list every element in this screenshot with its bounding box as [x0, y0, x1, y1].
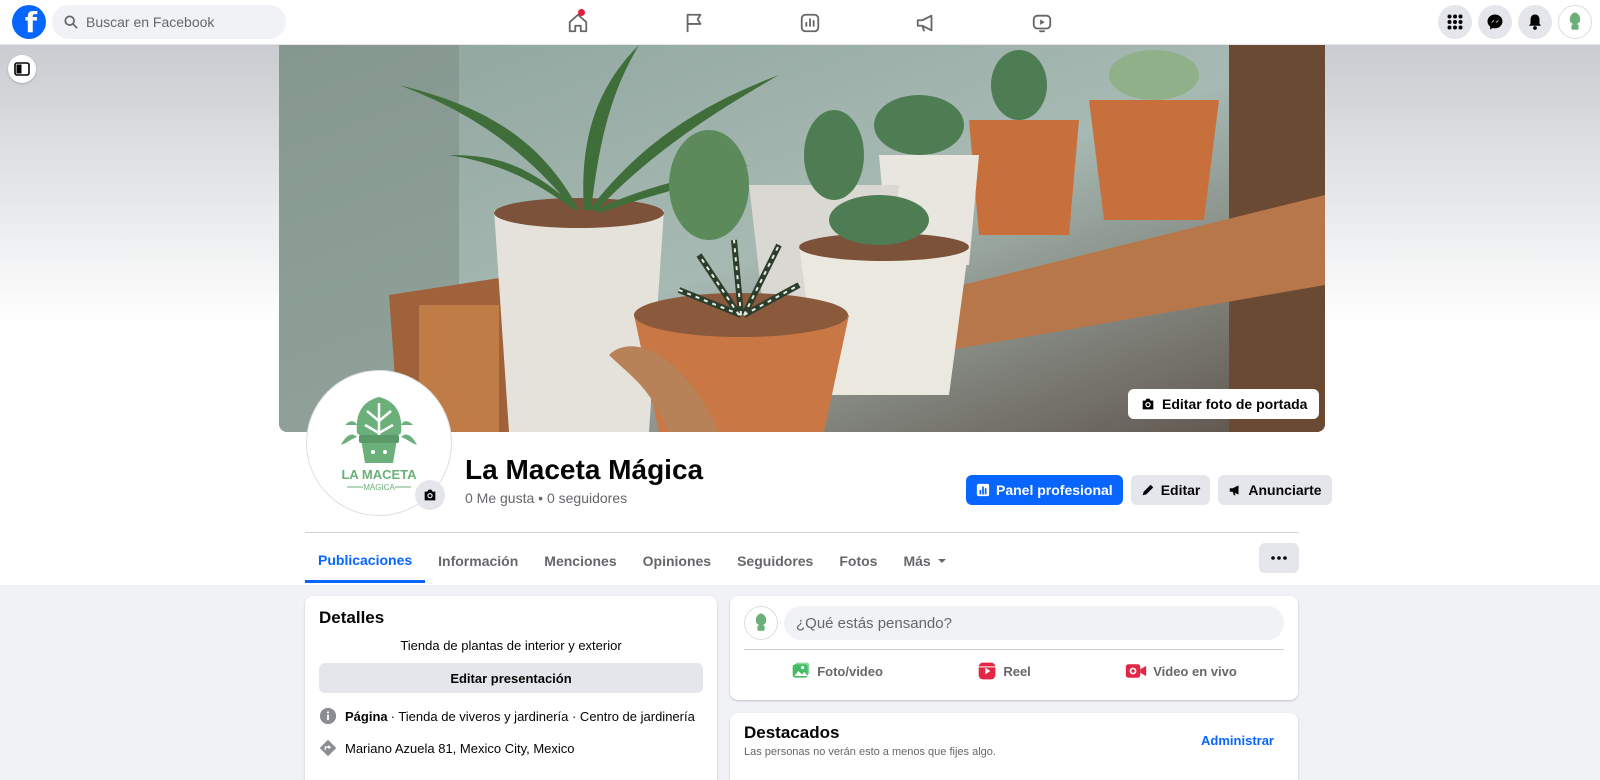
tab-label: Información — [438, 553, 519, 569]
notification-dot — [578, 9, 585, 16]
search-input[interactable]: Buscar en Facebook — [52, 5, 286, 39]
top-navigation-bar: f Buscar en Facebook — [0, 0, 1600, 45]
insights-icon — [800, 13, 820, 32]
caret-down-icon — [937, 559, 946, 563]
menu-button[interactable] — [1438, 5, 1472, 39]
tab-label: Más — [903, 553, 931, 569]
update-profile-picture-button[interactable] — [415, 480, 445, 510]
whats-on-your-mind-input[interactable]: ¿Qué estás pensando? — [784, 606, 1284, 640]
featured-card: Destacados Las personas no verán esto a … — [730, 713, 1298, 780]
page-bio: Tienda de plantas de interior y exterior — [400, 638, 622, 653]
address-text: Mariano Azuela 81, Mexico City, Mexico — [345, 740, 575, 756]
page-label: Página — [345, 708, 388, 724]
sidebar-toggle-button[interactable] — [8, 55, 36, 83]
page-category-row: Página · Tienda de viveros y jardinería … — [319, 707, 703, 725]
grid-menu-icon — [1447, 14, 1463, 30]
panel-toggle-icon — [14, 62, 30, 76]
page-actions: Panel profesional Editar Anunciarte — [966, 475, 1332, 505]
tab-label: Fotos — [839, 553, 878, 569]
header-divider — [305, 532, 1299, 533]
page-categories: · Tienda de viveros y jardinería · Centr… — [390, 708, 695, 724]
advertise-label: Anunciarte — [1248, 482, 1322, 498]
tab-fotos[interactable]: Fotos — [826, 539, 890, 583]
messenger-button[interactable] — [1478, 5, 1512, 39]
reel-label: Reel — [1003, 663, 1031, 679]
flag-icon — [686, 13, 702, 32]
directions-icon — [319, 739, 337, 757]
tab-label: Publicaciones — [318, 551, 413, 568]
page-tabs: Publicaciones Información Menciones Opin… — [305, 539, 960, 583]
plant-cover-illustration — [279, 45, 1325, 432]
details-title: Detalles — [319, 608, 385, 627]
edit-cover-label: Editar foto de portada — [1162, 396, 1308, 412]
tab-label: Opiniones — [642, 553, 712, 569]
page-stats[interactable]: 0 Me gusta • 0 seguidores — [465, 490, 627, 506]
search-placeholder: Buscar en Facebook — [86, 14, 215, 30]
live-video-icon — [1126, 664, 1147, 678]
tab-menciones[interactable]: Menciones — [531, 539, 629, 583]
live-video-button[interactable]: Video en vivo — [1125, 656, 1237, 686]
dashboard-icon — [976, 483, 990, 497]
nav-video[interactable] — [984, 0, 1100, 45]
tab-seguidores[interactable]: Seguidores — [724, 539, 826, 583]
post-composer: ¿Qué estás pensando? Foto/video Reel Vid… — [730, 596, 1298, 700]
reel-icon — [978, 662, 996, 680]
pencil-icon — [1142, 484, 1153, 496]
nav-home[interactable] — [520, 0, 636, 45]
avatar[interactable] — [744, 606, 778, 640]
top-right-controls — [1438, 5, 1592, 39]
nav-ads[interactable] — [868, 0, 984, 45]
plant-logo-icon — [755, 613, 767, 631]
nav-pages[interactable] — [636, 0, 752, 45]
edit-cover-photo-button[interactable]: Editar foto de portada — [1128, 389, 1320, 419]
composer-placeholder: ¿Qué estás pensando? — [796, 614, 952, 632]
reel-button[interactable]: Reel — [977, 656, 1031, 686]
edit-presentation-label: Editar presentación — [450, 670, 572, 686]
bell-icon — [1529, 14, 1541, 30]
page-title: La Maceta Mágica — [465, 454, 704, 485]
cover-photo — [279, 45, 1325, 432]
main-navigation — [520, 0, 1100, 45]
professional-dashboard-button[interactable]: Panel profesional — [966, 475, 1123, 505]
photo-icon — [792, 662, 810, 678]
tab-publicaciones[interactable]: Publicaciones — [305, 539, 426, 583]
nav-insights[interactable] — [752, 0, 868, 45]
edit-label: Editar — [1160, 482, 1201, 498]
manage-featured-link[interactable]: Administrar — [1201, 733, 1274, 748]
camera-icon — [1142, 398, 1154, 410]
address-row: Mariano Azuela 81, Mexico City, Mexico — [319, 739, 703, 757]
photo-video-button[interactable]: Foto/video — [791, 656, 883, 686]
search-icon — [64, 15, 78, 29]
details-card: Detalles Tienda de plantas de interior y… — [305, 596, 717, 780]
photo-video-label: Foto/video — [817, 663, 883, 679]
tab-informacion[interactable]: Información — [425, 539, 531, 583]
professional-dashboard-label: Panel profesional — [996, 482, 1113, 498]
logo-text-line-2: MÁGICA — [363, 483, 395, 492]
tab-label: Seguidores — [737, 553, 814, 569]
info-icon — [319, 707, 337, 725]
advertise-button[interactable]: Anunciarte — [1218, 475, 1332, 505]
video-icon — [1032, 14, 1052, 32]
tab-mas[interactable]: Más — [890, 539, 959, 583]
ellipsis-icon — [1271, 556, 1287, 560]
composer-divider — [744, 649, 1284, 650]
more-options-button[interactable] — [1259, 543, 1299, 573]
megaphone-icon — [916, 14, 933, 32]
tab-opiniones[interactable]: Opiniones — [630, 539, 724, 583]
megaphone-icon — [1230, 485, 1239, 496]
tab-label: Menciones — [544, 553, 617, 569]
edit-presentation-button[interactable]: Editar presentación — [319, 663, 703, 693]
plant-logo-icon — [1569, 12, 1581, 30]
edit-button[interactable]: Editar — [1130, 475, 1211, 505]
live-video-label: Video en vivo — [1153, 663, 1237, 679]
messenger-icon — [1487, 14, 1503, 30]
notifications-button[interactable] — [1518, 5, 1552, 39]
account-avatar[interactable] — [1558, 5, 1592, 39]
camera-icon — [424, 489, 436, 501]
facebook-logo[interactable]: f — [12, 5, 46, 39]
logo-text-line-1: LA MACETA — [341, 467, 417, 482]
